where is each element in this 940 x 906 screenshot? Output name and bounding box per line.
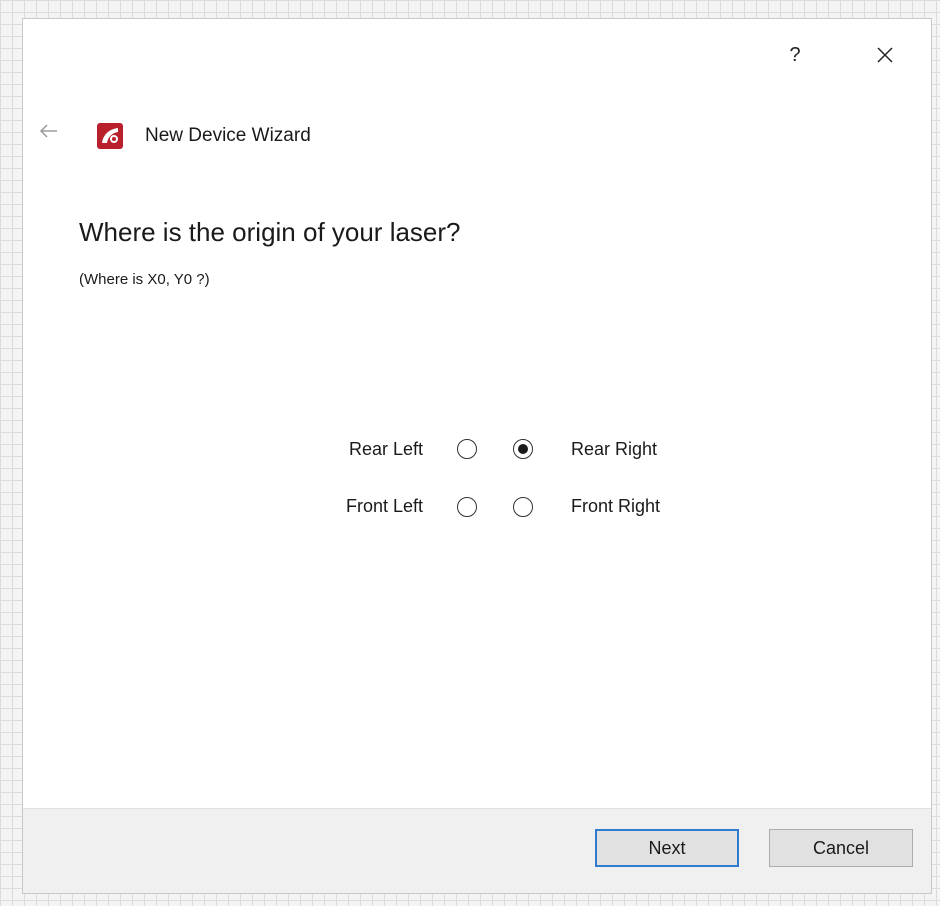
radio-selected-dot bbox=[518, 444, 528, 454]
rear-right-radio[interactable] bbox=[513, 439, 533, 459]
front-left-label[interactable]: Front Left bbox=[263, 494, 423, 518]
rear-left-label[interactable]: Rear Left bbox=[263, 437, 423, 461]
help-button[interactable]: ? bbox=[775, 37, 815, 73]
new-device-wizard-dialog: ? New Device Wizard Where is the origin … bbox=[22, 18, 932, 894]
close-button[interactable] bbox=[865, 37, 905, 73]
wizard-title: New Device Wizard bbox=[145, 125, 311, 146]
page-question: Where is the origin of your laser? bbox=[79, 217, 461, 247]
page-subtext: (Where is X0, Y0 ?) bbox=[79, 271, 210, 288]
close-icon bbox=[877, 47, 893, 63]
back-arrow-icon[interactable] bbox=[37, 119, 61, 143]
front-right-label[interactable]: Front Right bbox=[571, 494, 660, 518]
front-right-radio[interactable] bbox=[513, 497, 533, 517]
help-icon: ? bbox=[789, 43, 801, 66]
front-left-radio[interactable] bbox=[457, 497, 477, 517]
app-logo-icon bbox=[97, 123, 123, 149]
cancel-button[interactable]: Cancel bbox=[769, 829, 913, 867]
next-button[interactable]: Next bbox=[595, 829, 739, 867]
rear-left-radio[interactable] bbox=[457, 439, 477, 459]
rear-right-label[interactable]: Rear Right bbox=[571, 437, 657, 461]
dialog-footer: Next Cancel bbox=[23, 808, 931, 893]
